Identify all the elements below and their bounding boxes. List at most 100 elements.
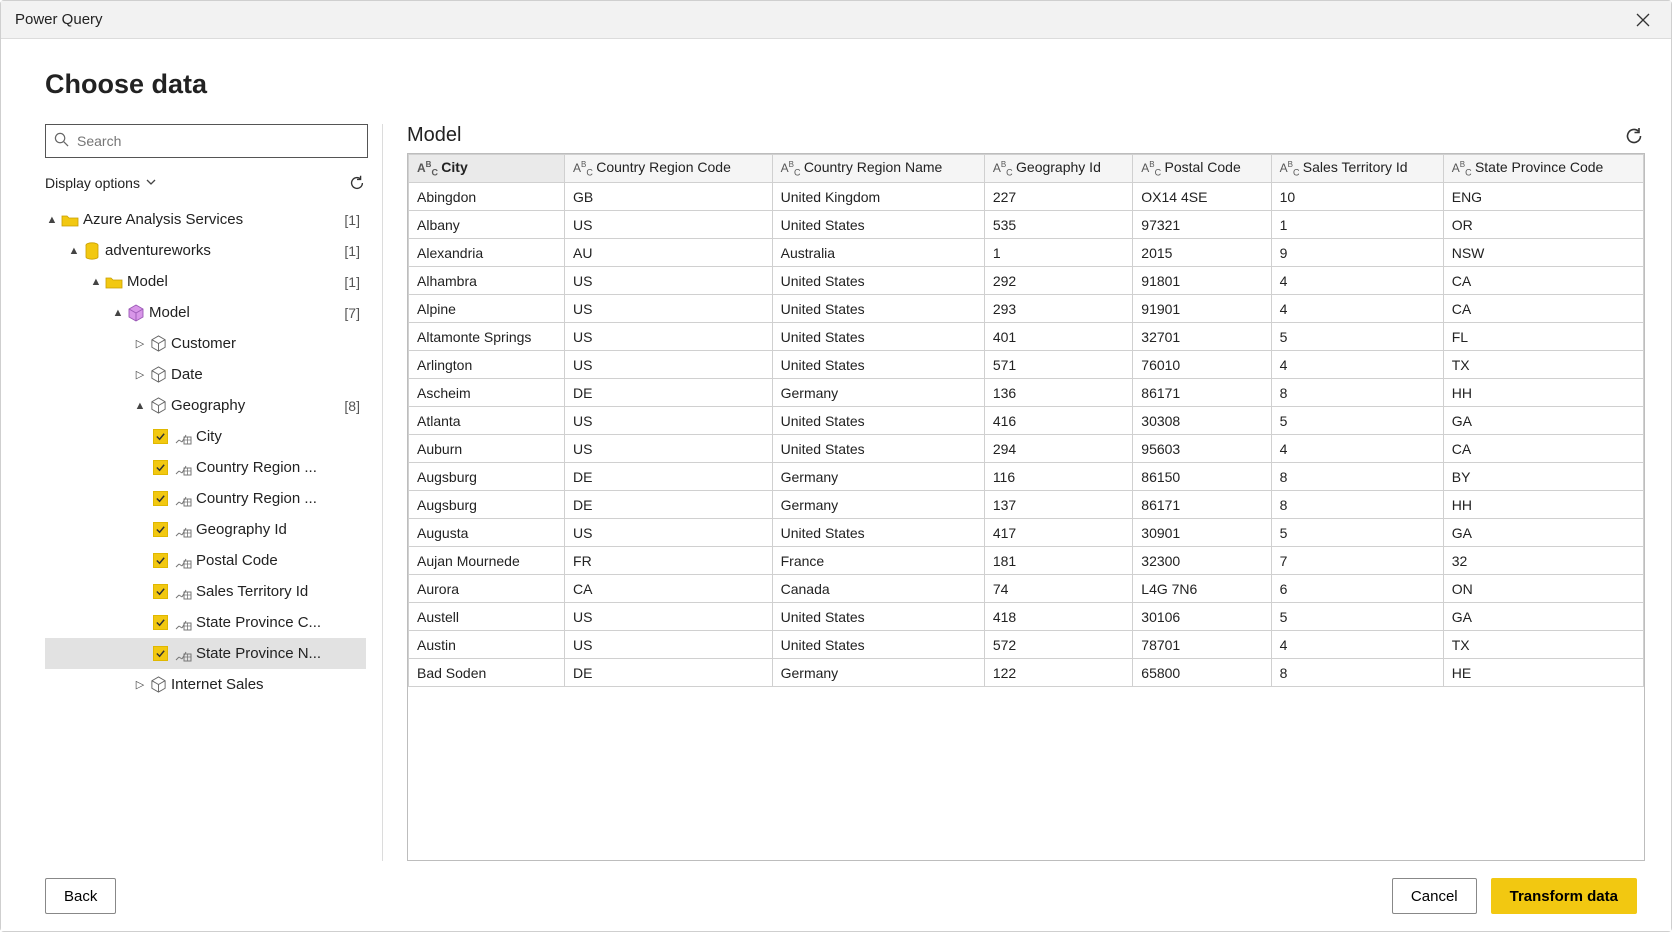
table-cell[interactable]: 5 <box>1271 603 1443 631</box>
table-row[interactable]: AugsburgDEGermany116861508BY <box>409 463 1644 491</box>
table-cell[interactable]: United States <box>772 435 984 463</box>
tree-node-geography[interactable]: ▲ Geography [8] <box>45 390 366 421</box>
table-row[interactable]: ArlingtonUSUnited States571760104TX <box>409 351 1644 379</box>
checkbox-checked[interactable] <box>153 553 168 568</box>
tree-column-postal-code[interactable]: Postal Code <box>45 545 366 576</box>
tree-node-azure-analysis-services[interactable]: ▲ Azure Analysis Services [1] <box>45 204 366 235</box>
table-cell[interactable]: United States <box>772 603 984 631</box>
table-cell[interactable]: 572 <box>984 631 1132 659</box>
table-cell[interactable]: United States <box>772 267 984 295</box>
table-cell[interactable]: 86150 <box>1133 463 1271 491</box>
table-cell[interactable]: NSW <box>1443 239 1643 267</box>
data-grid[interactable]: ABC CityABC Country Region CodeABC Count… <box>407 153 1645 861</box>
table-cell[interactable]: FR <box>565 547 773 575</box>
table-cell[interactable]: Aujan Mournede <box>409 547 565 575</box>
table-cell[interactable]: GA <box>1443 407 1643 435</box>
table-cell[interactable]: FL <box>1443 323 1643 351</box>
table-cell[interactable]: OX14 4SE <box>1133 183 1271 211</box>
table-cell[interactable]: Australia <box>772 239 984 267</box>
expand-toggle[interactable]: ▷ <box>133 337 147 350</box>
table-cell[interactable]: HH <box>1443 379 1643 407</box>
table-cell[interactable]: Aurora <box>409 575 565 603</box>
table-cell[interactable]: HH <box>1443 491 1643 519</box>
table-cell[interactable]: 76010 <box>1133 351 1271 379</box>
search-input[interactable] <box>75 132 359 150</box>
transform-data-button[interactable]: Transform data <box>1491 878 1637 914</box>
tree-node-model-cube[interactable]: ▲ Model [7] <box>45 297 366 328</box>
table-cell[interactable]: Ascheim <box>409 379 565 407</box>
table-cell[interactable]: ON <box>1443 575 1643 603</box>
table-cell[interactable]: 32 <box>1443 547 1643 575</box>
column-header[interactable]: ABC Country Region Code <box>565 155 773 183</box>
column-header[interactable]: ABC Country Region Name <box>772 155 984 183</box>
table-cell[interactable]: Augsburg <box>409 463 565 491</box>
collapse-toggle[interactable]: ▲ <box>45 214 59 226</box>
table-cell[interactable]: CA <box>565 575 773 603</box>
column-header[interactable]: ABC Postal Code <box>1133 155 1271 183</box>
collapse-toggle[interactable]: ▲ <box>111 307 125 319</box>
table-cell[interactable]: United Kingdom <box>772 183 984 211</box>
table-row[interactable]: Altamonte SpringsUSUnited States40132701… <box>409 323 1644 351</box>
table-row[interactable]: Bad SodenDEGermany122658008HE <box>409 659 1644 687</box>
table-cell[interactable]: 6 <box>1271 575 1443 603</box>
tree-column-country-region-name[interactable]: Country Region ... <box>45 483 366 514</box>
table-cell[interactable]: 7 <box>1271 547 1443 575</box>
table-cell[interactable]: Bad Soden <box>409 659 565 687</box>
table-cell[interactable]: 86171 <box>1133 491 1271 519</box>
table-cell[interactable]: Auburn <box>409 435 565 463</box>
tree-node-customer[interactable]: ▷ Customer <box>45 328 366 359</box>
table-cell[interactable]: 136 <box>984 379 1132 407</box>
table-row[interactable]: AtlantaUSUnited States416303085GA <box>409 407 1644 435</box>
table-cell[interactable]: CA <box>1443 267 1643 295</box>
table-row[interactable]: AbingdonGBUnited Kingdom227OX14 4SE10ENG <box>409 183 1644 211</box>
table-cell[interactable]: 30106 <box>1133 603 1271 631</box>
checkbox-checked[interactable] <box>153 460 168 475</box>
checkbox-checked[interactable] <box>153 491 168 506</box>
table-cell[interactable]: TX <box>1443 351 1643 379</box>
display-options[interactable]: Display options <box>45 172 368 194</box>
table-cell[interactable]: US <box>565 407 773 435</box>
table-row[interactable]: AustinUSUnited States572787014TX <box>409 631 1644 659</box>
table-cell[interactable]: US <box>565 295 773 323</box>
table-cell[interactable]: United States <box>772 407 984 435</box>
table-row[interactable]: AlhambraUSUnited States292918014CA <box>409 267 1644 295</box>
close-button[interactable] <box>1629 6 1657 34</box>
tree-node-date[interactable]: ▷ Date <box>45 359 366 390</box>
checkbox-checked[interactable] <box>153 584 168 599</box>
table-cell[interactable]: US <box>565 211 773 239</box>
table-row[interactable]: AuburnUSUnited States294956034CA <box>409 435 1644 463</box>
table-cell[interactable]: CA <box>1443 435 1643 463</box>
table-cell[interactable]: United States <box>772 295 984 323</box>
table-cell[interactable]: United States <box>772 351 984 379</box>
table-cell[interactable]: L4G 7N6 <box>1133 575 1271 603</box>
table-row[interactable]: AugsburgDEGermany137861718HH <box>409 491 1644 519</box>
table-cell[interactable]: 32300 <box>1133 547 1271 575</box>
table-cell[interactable]: 535 <box>984 211 1132 239</box>
table-row[interactable]: Aujan MournedeFRFrance18132300732 <box>409 547 1644 575</box>
table-cell[interactable]: Augusta <box>409 519 565 547</box>
table-cell[interactable]: France <box>772 547 984 575</box>
tree-node-model-folder[interactable]: ▲ Model [1] <box>45 266 366 297</box>
table-row[interactable]: AlbanyUSUnited States535973211OR <box>409 211 1644 239</box>
table-cell[interactable]: 181 <box>984 547 1132 575</box>
table-cell[interactable]: 1 <box>1271 211 1443 239</box>
table-cell[interactable]: 8 <box>1271 491 1443 519</box>
table-cell[interactable]: 97321 <box>1133 211 1271 239</box>
table-cell[interactable]: US <box>565 519 773 547</box>
table-cell[interactable]: 65800 <box>1133 659 1271 687</box>
table-cell[interactable]: 1 <box>984 239 1132 267</box>
expand-toggle[interactable]: ▷ <box>133 678 147 691</box>
table-cell[interactable]: DE <box>565 379 773 407</box>
tree-column-country-region-code[interactable]: Country Region ... <box>45 452 366 483</box>
table-cell[interactable]: 30308 <box>1133 407 1271 435</box>
table-cell[interactable]: DE <box>565 463 773 491</box>
table-cell[interactable]: 91801 <box>1133 267 1271 295</box>
table-cell[interactable]: 8 <box>1271 659 1443 687</box>
tree-column-state-province-code[interactable]: State Province C... <box>45 607 366 638</box>
checkbox-checked[interactable] <box>153 522 168 537</box>
table-cell[interactable]: 227 <box>984 183 1132 211</box>
table-cell[interactable]: Alpine <box>409 295 565 323</box>
table-cell[interactable]: 292 <box>984 267 1132 295</box>
collapse-toggle[interactable]: ▲ <box>133 400 147 412</box>
tree-node-internet-sales[interactable]: ▷ Internet Sales <box>45 669 366 700</box>
